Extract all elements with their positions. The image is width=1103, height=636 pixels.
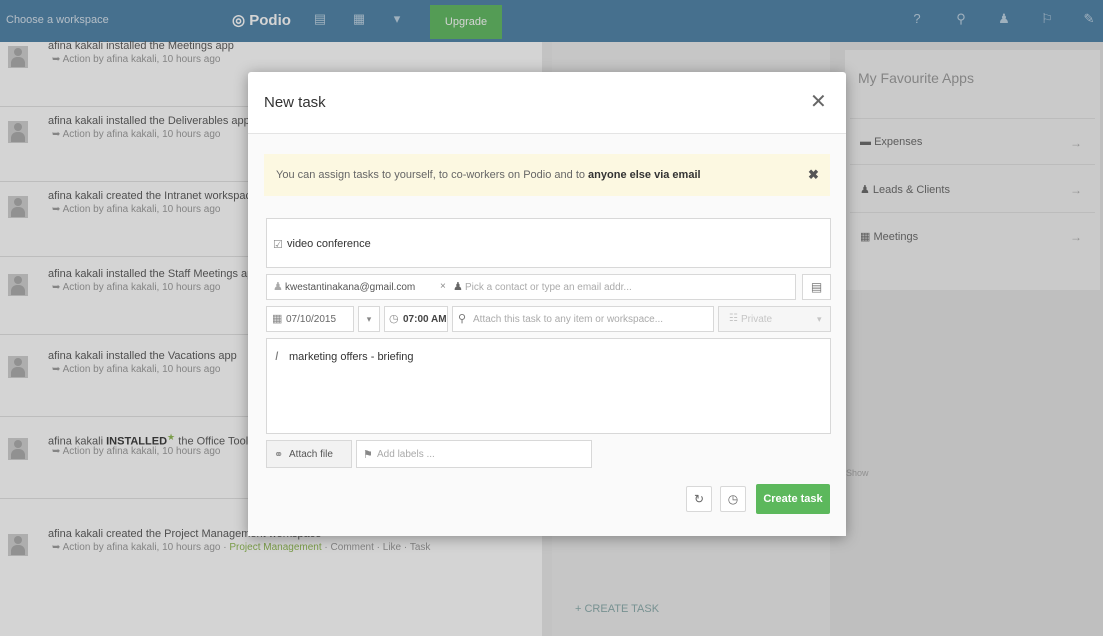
description-textarea[interactable]: I marketing offers - briefing [266, 338, 831, 434]
privacy-select[interactable]: ☷ Private ▾ [718, 306, 831, 332]
due-date-value: 07/10/2015 [286, 314, 337, 325]
close-icon[interactable]: ✕ [810, 89, 827, 114]
info-banner: You can assign tasks to yourself, to co-… [264, 154, 830, 196]
clock-icon: ◷ [389, 313, 399, 325]
due-time-input[interactable]: ◷ 07:00 AM [384, 306, 448, 332]
search-icon: ⚲ [458, 313, 467, 325]
assignee-chip: kwestantinakana@gmail.com [285, 282, 416, 293]
attach-task-placeholder: Attach this task to any item or workspac… [473, 314, 664, 325]
labels-input[interactable]: ⚑ Add labels ... [356, 440, 592, 468]
alarm-icon: ◷ [727, 492, 739, 506]
contact-icon: ♟ [273, 281, 283, 293]
person-icon: ♟ [453, 281, 463, 293]
repeat-icon: ↻ [693, 492, 705, 506]
chevron-down-icon: ▾ [817, 314, 822, 324]
paperclip-icon: ⚭ [274, 449, 284, 461]
remove-assignee-icon[interactable]: × [440, 281, 446, 292]
create-task-button[interactable]: Create task [756, 484, 830, 514]
address-book-icon: ▤ [810, 280, 823, 294]
close-banner-icon[interactable]: ✖ [808, 167, 819, 183]
due-time-value: 07:00 AM [403, 314, 447, 325]
dialog-header: New task ✕ [248, 72, 846, 134]
chevron-down-icon: ▾ [366, 314, 372, 324]
attach-file-button[interactable]: ⚭ Attach file [266, 440, 352, 468]
labels-placeholder: Add labels ... [377, 449, 435, 460]
info-banner-text: You can assign tasks to yourself, to co-… [276, 169, 701, 181]
assignee-placeholder: Pick a contact or type an email addr... [465, 282, 632, 293]
assignee-field[interactable]: ♟ kwestantinakana@gmail.com × ♟ Pick a c… [266, 274, 796, 300]
new-task-dialog: New task ✕ You can assign tasks to yours… [248, 72, 846, 536]
privacy-value: Private [741, 314, 773, 325]
attach-file-label: Attach file [289, 449, 333, 460]
reminder-button[interactable]: ◷ [720, 486, 746, 512]
description-value: marketing offers - briefing [289, 351, 414, 363]
checkbox-icon: ☑ [273, 239, 283, 251]
attach-task-input[interactable]: ⚲ Attach this task to any item or worksp… [452, 306, 714, 332]
repeat-button[interactable]: ↻ [686, 486, 712, 512]
calendar-icon: ▦ [272, 313, 283, 325]
italic-i-icon: I [275, 349, 279, 363]
address-book-button[interactable]: ▤ [802, 274, 831, 300]
task-title-input[interactable]: ☑ video conference [266, 218, 831, 268]
task-title-value: video conference [287, 238, 371, 250]
due-date-input[interactable]: ▦ 07/10/2015 [266, 306, 354, 332]
date-dropdown[interactable]: ▾ [358, 306, 380, 332]
tag-icon: ⚑ [363, 449, 373, 461]
lock-icon: ☷ [729, 313, 738, 324]
dialog-body: You can assign tasks to yourself, to co-… [248, 134, 846, 536]
dialog-title: New task [264, 94, 326, 111]
